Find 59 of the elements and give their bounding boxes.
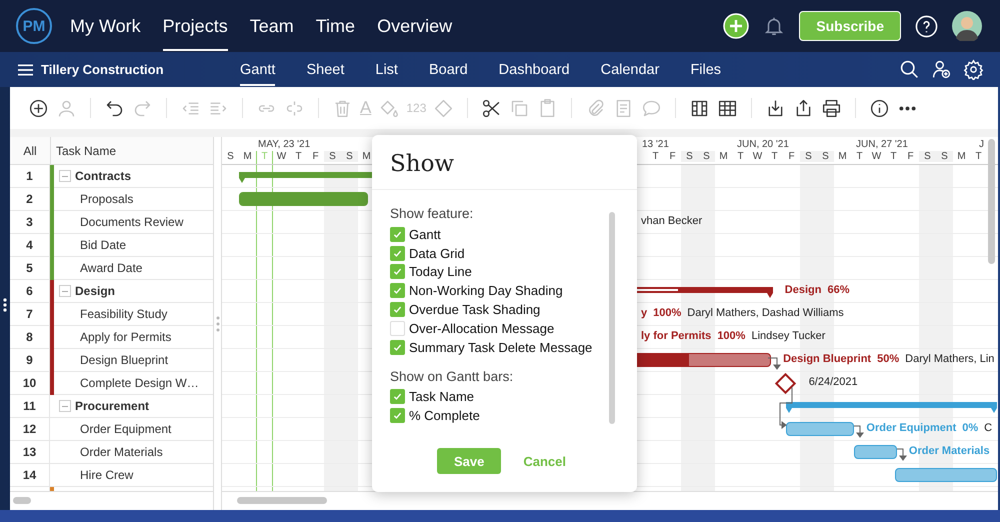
assignee-label: Daryl Mathers, Dashad Williams: [687, 307, 844, 319]
percent-label: 50%: [877, 353, 900, 365]
bar-label: Design Blueprint: [783, 353, 872, 365]
day-letter: S: [681, 151, 698, 162]
day-letter: W: [752, 151, 764, 162]
day-letter: T: [889, 151, 898, 162]
section-heading: Show feature:: [390, 206, 474, 221]
day-letter: F: [668, 151, 677, 162]
day-letter: F: [906, 151, 915, 162]
week-label: JUN, 20 '21: [737, 139, 789, 150]
bar-label: Design: [784, 284, 822, 296]
day-letter: M: [837, 151, 848, 162]
day-letter: S: [936, 151, 953, 162]
day-letter: M: [718, 151, 729, 162]
row-number: 14: [10, 464, 50, 486]
assignee-label: Daryl Mathers, Lin: [905, 353, 994, 365]
day-letter: T: [260, 151, 269, 162]
day-letter: S: [341, 151, 358, 162]
day-letter: W: [276, 151, 288, 162]
day-letter: T: [651, 151, 660, 162]
day-letter: T: [294, 151, 303, 162]
day-letter: T: [855, 151, 864, 162]
project-title: Tillery Construction: [41, 62, 164, 77]
percent-label: 0%: [962, 422, 978, 434]
percent-label: 100%: [653, 307, 682, 319]
row-number: 12: [10, 418, 50, 440]
day-letter: W: [870, 151, 882, 162]
bar-label: Order Materials: [908, 445, 990, 457]
bar-label: Order Equipment: [866, 422, 956, 434]
row-number: 11: [10, 394, 50, 418]
bar-label: y: [641, 307, 648, 319]
date-label: 6/24/2021: [808, 376, 858, 388]
assignee-label: vhan Becker: [641, 215, 702, 227]
week-label: MAY, 23 '21: [258, 139, 310, 150]
day-letter: S: [800, 151, 817, 162]
dialog-title: Show: [372, 135, 637, 190]
percent-label: 66%: [827, 284, 850, 296]
day-letter: S: [226, 151, 235, 162]
assignee-label: C: [984, 422, 992, 434]
week-label: J: [979, 139, 984, 150]
day-letter: S: [817, 151, 834, 162]
day-letter: T: [974, 151, 983, 162]
day-letter: M: [242, 151, 253, 162]
assignee-label: Lindsey Tucker: [751, 330, 826, 342]
day-letter: S: [698, 151, 715, 162]
day-letter: M: [361, 151, 372, 162]
week-label: JUN, 27 '21: [856, 139, 908, 150]
row-number: 13: [10, 440, 50, 464]
day-letter: F: [311, 151, 320, 162]
day-letter: S: [919, 151, 936, 162]
percent-label: 100%: [717, 330, 746, 342]
bar-label: ly for Permits: [641, 330, 712, 342]
day-letter: T: [736, 151, 745, 162]
week-label: 13 '21: [642, 139, 669, 150]
day-letter: F: [787, 151, 796, 162]
day-letter: S: [324, 151, 341, 162]
section-heading: Show on Gantt bars:: [390, 368, 514, 384]
day-letter: T: [770, 151, 779, 162]
day-letter: M: [956, 151, 967, 162]
